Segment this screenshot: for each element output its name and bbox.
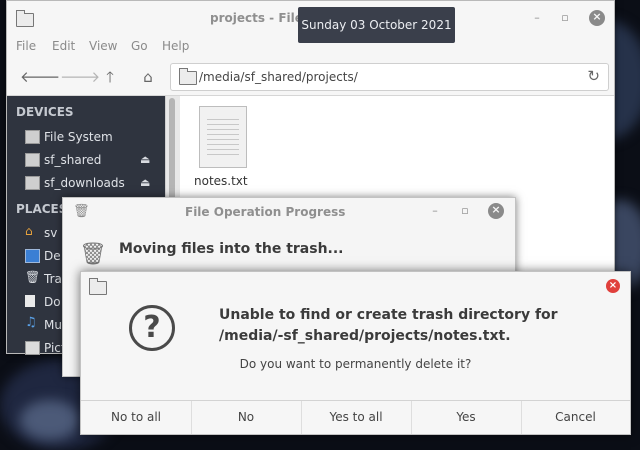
- sidebar-item-label: Tra: [44, 272, 62, 286]
- folder-icon: [89, 278, 107, 295]
- dialog-title: File Operation Progress: [185, 205, 346, 219]
- no-to-all-button[interactable]: No to all: [81, 401, 192, 434]
- pictures-icon: [25, 341, 40, 355]
- home-icon: ⌂: [25, 224, 33, 238]
- location-bar[interactable]: /media/sf_shared/projects/ ↻: [170, 63, 609, 91]
- trash-icon: 🗑: [25, 270, 41, 284]
- question-icon: ?: [129, 305, 175, 351]
- drive-icon: [25, 153, 40, 167]
- cancel-button[interactable]: Cancel: [521, 401, 630, 434]
- dialog-button-row: No to all No Yes to all Yes Cancel: [81, 400, 630, 434]
- sidebar-item-label: sf_shared: [44, 153, 102, 167]
- sidebar-item-label: De: [44, 249, 61, 263]
- close-button[interactable]: ×: [488, 203, 504, 219]
- file-name: notes.txt: [194, 174, 248, 188]
- drive-icon: [25, 176, 40, 190]
- menu-view[interactable]: View: [89, 39, 117, 53]
- trash-full-icon: 🗑: [79, 242, 107, 267]
- eject-icon[interactable]: ⏏: [140, 153, 150, 166]
- home-button[interactable]: ⌂: [137, 67, 159, 87]
- sidebar-header-devices: DEVICES: [16, 105, 74, 119]
- back-button[interactable]: 🡐: [20, 67, 60, 87]
- minimize-button[interactable]: –: [529, 11, 545, 25]
- sidebar-item-label: sv: [44, 226, 58, 240]
- dialog-secondary-text: Do you want to permanently delete it?: [239, 357, 472, 371]
- sidebar-header-places: PLACES: [16, 202, 68, 216]
- music-icon: ♫: [25, 315, 37, 330]
- date-tooltip: Sunday 03 October 2021: [298, 7, 455, 43]
- sidebar-item-label: File System: [44, 130, 113, 144]
- sidebar-item-sf-shared[interactable]: sf_shared ⏏: [25, 151, 155, 169]
- desktop-icon: [25, 249, 40, 263]
- sidebar-item-label: Do: [44, 295, 61, 309]
- trash-icon: 🗑: [73, 204, 90, 219]
- close-button[interactable]: ×: [589, 10, 605, 26]
- toolbar: 🡐 🡒 🡑 ⌂ /media/sf_shared/projects/ ↻: [7, 59, 614, 96]
- drive-icon: [25, 130, 40, 144]
- menu-go[interactable]: Go: [131, 39, 148, 53]
- sidebar-item-label: Mu: [44, 318, 62, 332]
- maximize-button[interactable]: ▫: [457, 204, 473, 218]
- sidebar-item-file-system[interactable]: File System: [25, 128, 155, 146]
- menu-help[interactable]: Help: [162, 39, 189, 53]
- menu-edit[interactable]: Edit: [52, 39, 75, 53]
- folder-icon: [16, 10, 34, 27]
- trash-error-dialog: × ? Unable to find or create trash direc…: [80, 271, 631, 435]
- reload-icon[interactable]: ↻: [587, 67, 600, 85]
- dialog-primary-text: Unable to find or create trash directory…: [219, 307, 558, 344]
- up-button[interactable]: 🡑: [99, 67, 121, 87]
- folder-icon: [179, 68, 197, 85]
- eject-icon[interactable]: ⏏: [140, 176, 150, 189]
- yes-button[interactable]: Yes: [411, 401, 522, 434]
- menu-file[interactable]: File: [16, 39, 36, 53]
- minimize-button[interactable]: –: [427, 204, 443, 218]
- close-button[interactable]: ×: [606, 279, 620, 293]
- no-button[interactable]: No: [191, 401, 302, 434]
- forward-button[interactable]: 🡒: [60, 67, 100, 87]
- maximize-button[interactable]: ▫: [557, 11, 573, 25]
- sidebar-item-sf-downloads[interactable]: sf_downloads ⏏: [25, 174, 155, 192]
- documents-icon: [25, 295, 35, 307]
- yes-to-all-button[interactable]: Yes to all: [301, 401, 412, 434]
- progress-message: Moving files into the trash...: [119, 241, 344, 257]
- sidebar-item-label: sf_downloads: [44, 176, 125, 190]
- text-file-icon: [199, 106, 247, 168]
- location-path[interactable]: /media/sf_shared/projects/: [199, 70, 358, 84]
